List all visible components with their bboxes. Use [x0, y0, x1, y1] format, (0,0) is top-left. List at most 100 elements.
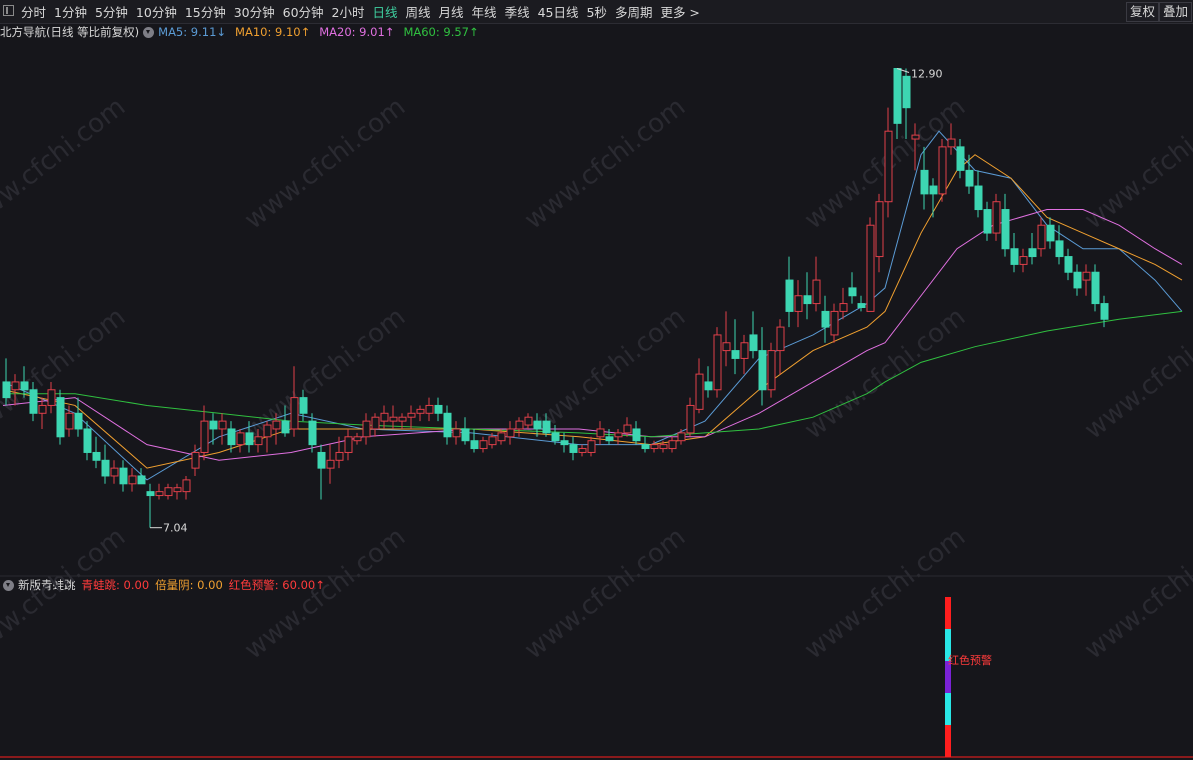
candle: [38, 397, 47, 429]
watermark-text: www.cfchi.com: [239, 302, 411, 446]
candle: [389, 405, 398, 429]
candle: [353, 432, 362, 445]
candle: [857, 295, 866, 312]
candle: [632, 421, 641, 445]
candle: [425, 397, 434, 422]
candle: [965, 154, 974, 194]
candle: [785, 256, 794, 328]
watermark-text: www.cfchi.com: [519, 92, 691, 236]
candle: [848, 272, 857, 304]
candle: [605, 428, 614, 445]
candle: [587, 436, 596, 457]
candle: [326, 444, 335, 484]
candle: [668, 436, 677, 453]
candle: [236, 428, 245, 453]
candle: [749, 311, 758, 359]
candle: [578, 444, 587, 457]
watermark-text: www.cfchi.com: [0, 92, 131, 236]
candle: [983, 201, 992, 241]
candle: [686, 397, 695, 437]
signal-label: 红色预警: [948, 653, 992, 667]
candle: [731, 319, 740, 375]
candle: [884, 107, 893, 218]
candle: [722, 311, 731, 367]
candle: [956, 139, 965, 179]
candle: [137, 468, 146, 485]
candle: [596, 421, 605, 445]
candle: [929, 178, 938, 218]
candle: [1019, 248, 1028, 273]
candle: [434, 397, 443, 422]
candle: [767, 342, 776, 398]
candle: [1010, 233, 1019, 273]
watermark-layer: www.cfchi.com www.cfchi.com www.cfchi.com w…: [0, 92, 1193, 666]
candle: [308, 413, 317, 453]
candle: [416, 405, 425, 422]
candle: [155, 483, 164, 500]
watermark-text: www.cfchi.com: [1079, 92, 1193, 236]
candle: [119, 460, 128, 492]
candle: [56, 389, 65, 445]
candle: [1091, 264, 1100, 312]
candle: [821, 295, 830, 343]
candle: [803, 272, 812, 320]
candle: [569, 436, 578, 461]
candle: [794, 280, 803, 328]
kline-chart[interactable]: www.cfchi.com www.cfchi.com www.cfchi.com w…: [0, 0, 1193, 760]
candle: [470, 428, 479, 453]
watermark-text: www.cfchi.com: [1079, 522, 1193, 666]
watermark-text: www.cfchi.com: [239, 522, 411, 666]
candle: [974, 170, 983, 218]
candle: [461, 417, 470, 445]
candle: [200, 405, 209, 461]
watermark-text: www.cfchi.com: [519, 522, 691, 666]
candle: [938, 139, 947, 202]
candle: [695, 358, 704, 414]
candle: [110, 460, 119, 484]
candle: [506, 421, 515, 445]
candle: [614, 428, 623, 445]
candle: [74, 397, 83, 437]
candle: [920, 146, 929, 210]
watermark-text: www.cfchi.com: [239, 92, 411, 236]
candle: [1073, 264, 1082, 296]
candle: [713, 327, 722, 398]
candle: [479, 436, 488, 453]
candle: [992, 193, 1001, 241]
candle: [443, 405, 452, 445]
candle: [839, 287, 848, 320]
candle: [830, 303, 839, 343]
watermark-text: www.cfchi.com: [0, 522, 131, 666]
candle: [452, 421, 461, 445]
candle: [866, 217, 875, 312]
candle: [317, 444, 326, 500]
candle: [128, 468, 137, 492]
candle: [893, 68, 902, 140]
candle: [173, 483, 182, 500]
candle: [1037, 217, 1046, 257]
candle: [407, 405, 416, 429]
candle: [776, 319, 785, 375]
candle: [344, 428, 353, 461]
candle: [164, 483, 173, 500]
candle: [101, 444, 110, 484]
candle: [263, 421, 272, 453]
candle: [92, 436, 101, 469]
candle: [182, 475, 191, 500]
candle: [209, 413, 218, 445]
candle: [740, 334, 749, 375]
candle: [1046, 217, 1055, 249]
candle: [641, 436, 650, 453]
candle: [677, 428, 686, 445]
candle: [758, 327, 767, 406]
candle: [812, 256, 821, 312]
candle: [704, 366, 713, 398]
candle: [1064, 248, 1073, 281]
candle: [1001, 193, 1010, 257]
low-price-label: 7.04: [163, 522, 188, 535]
signal-bar: [945, 597, 951, 758]
candle: [1028, 233, 1037, 265]
high-price-label: 12.90: [911, 68, 943, 81]
candle: [875, 193, 884, 273]
candle: [1082, 264, 1091, 296]
